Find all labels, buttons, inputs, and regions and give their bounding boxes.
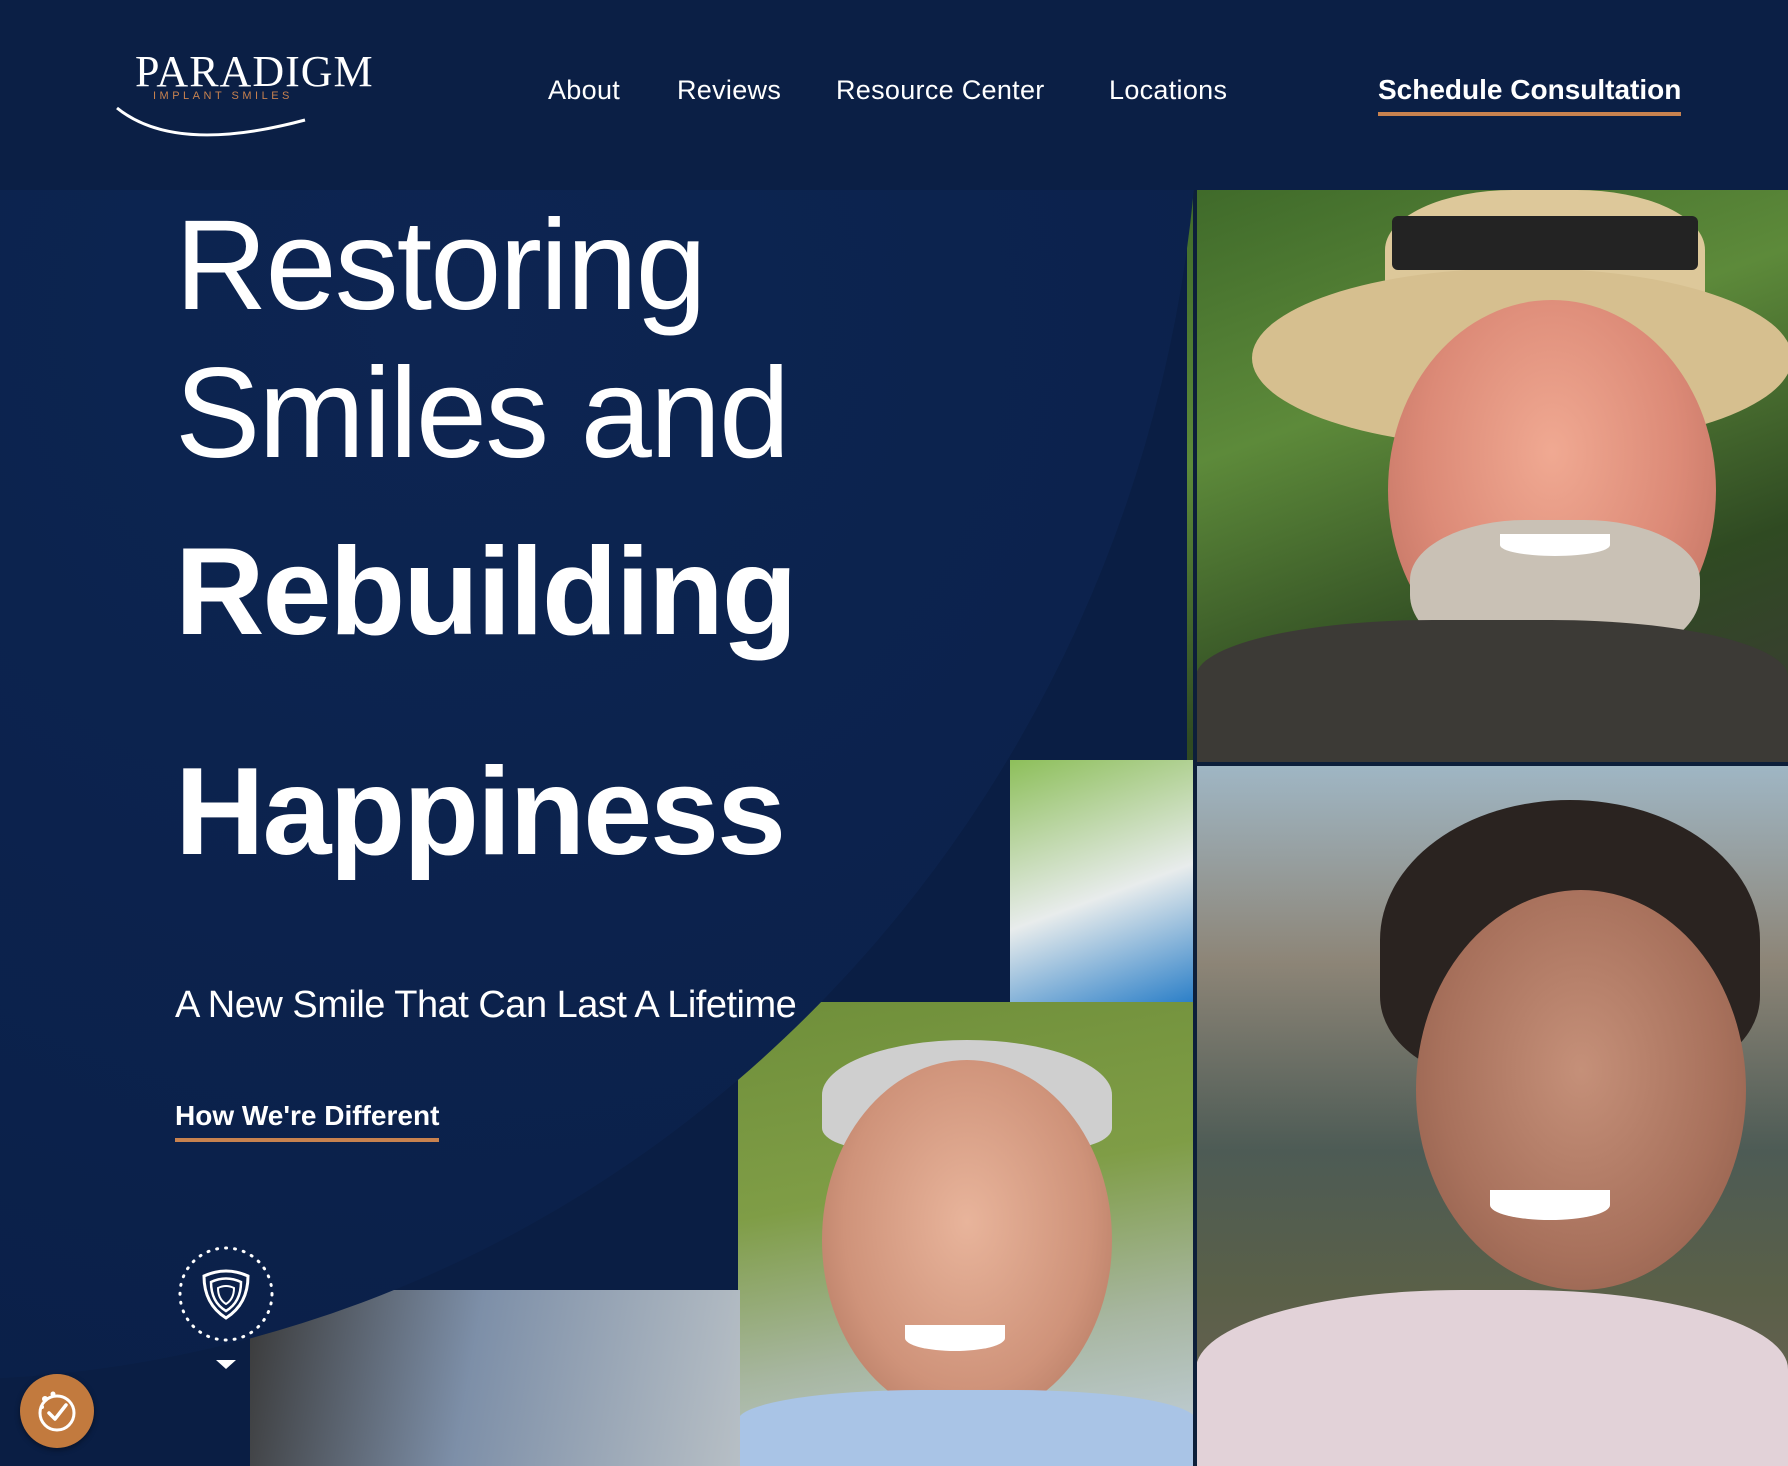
nav-item-locations[interactable]: Locations [1109, 75, 1227, 106]
testimonial-photo-denim [250, 1290, 740, 1466]
nav-item-about[interactable]: About [548, 75, 620, 106]
shirt [738, 1390, 1196, 1466]
face-older-man [822, 1060, 1112, 1420]
photo-divider [1193, 762, 1788, 766]
face-woman [1416, 890, 1746, 1290]
hero-tagline: A New Smile That Can Last A Lifetime [175, 984, 797, 1026]
hero-headline-line-2: Smiles and [175, 342, 790, 485]
smile [905, 1325, 1005, 1351]
shield-icon [178, 1246, 274, 1342]
sweater [1196, 1290, 1788, 1466]
hero-headline-line-1: Restoring [175, 194, 707, 337]
page: PARADIGM IMPLANT SMILES About Reviews Re… [0, 0, 1788, 1466]
hero-headline-line-4: Happiness [175, 743, 786, 881]
smile [1490, 1190, 1610, 1220]
scroll-down-button[interactable] [176, 1244, 276, 1376]
chevron-down-icon [216, 1360, 236, 1369]
how-were-different-link[interactable]: How We're Different [175, 1100, 440, 1142]
nav-item-reviews[interactable]: Reviews [677, 75, 781, 106]
site-header: PARADIGM IMPLANT SMILES About Reviews Re… [0, 0, 1788, 190]
photo-divider [1193, 190, 1197, 1466]
smile [1500, 534, 1610, 556]
schedule-consultation-button[interactable]: Schedule Consultation [1378, 74, 1682, 116]
logo-swoosh-icon [116, 106, 306, 137]
shirt [1196, 620, 1788, 762]
logo[interactable]: PARADIGM IMPLANT SMILES [115, 40, 385, 140]
accessibility-button[interactable] [20, 1374, 94, 1448]
nav-item-resource-center[interactable]: Resource Center [836, 75, 1045, 106]
testimonial-photo-partial [1010, 760, 1196, 1002]
hero-headline-line-3: Rebuilding [175, 523, 798, 661]
hat-band [1392, 216, 1698, 270]
accessibility-icon [38, 1391, 76, 1432]
